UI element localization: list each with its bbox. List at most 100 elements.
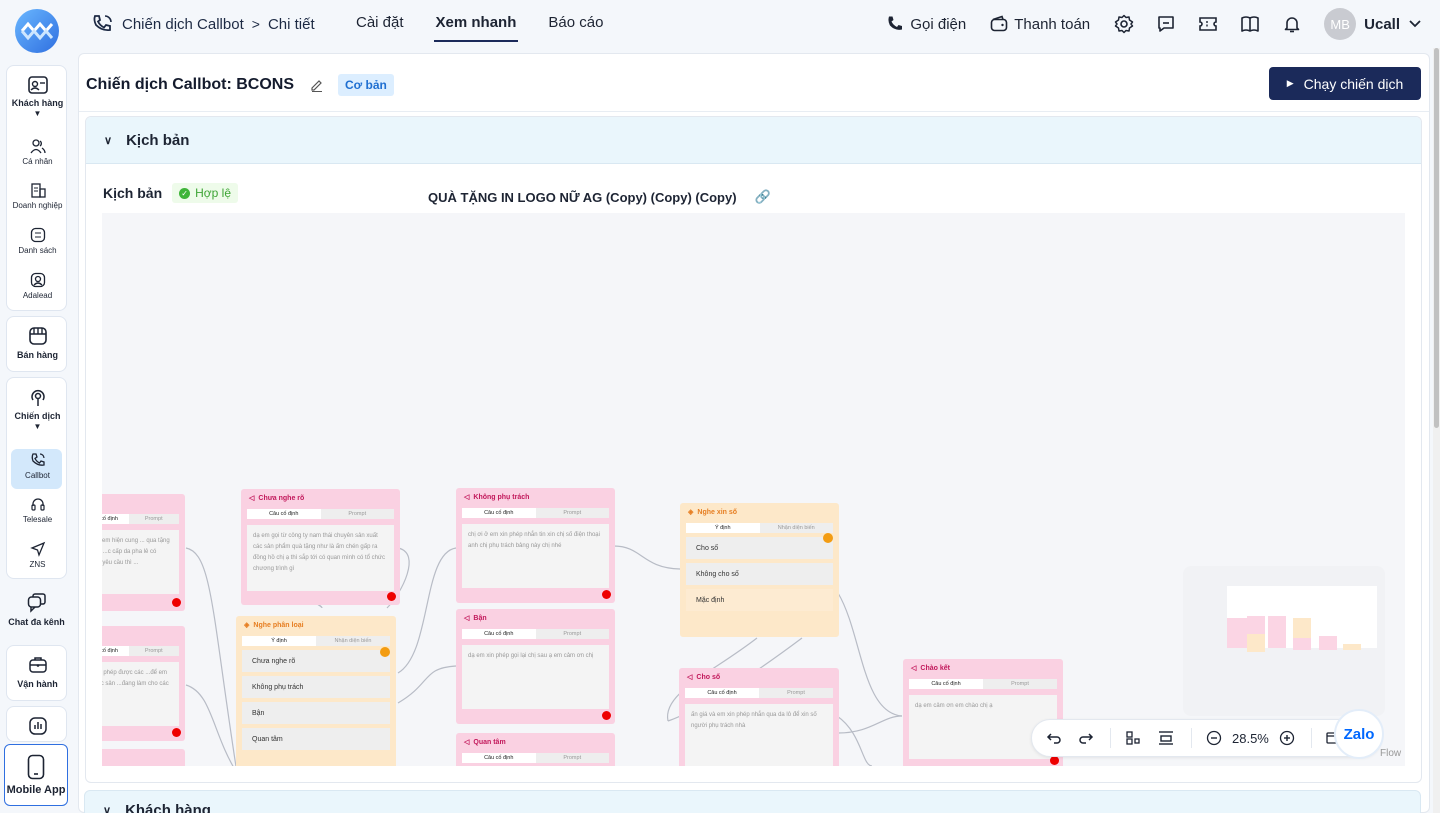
intent-option[interactable]: Quan tâm [242,728,390,750]
sidebar-label: Adalead [22,291,53,300]
link-icon[interactable]: 🔗 [755,189,771,205]
speaker-icon: ◁ [464,615,470,622]
flow-node-cho-so[interactable]: ◁ Cho số Câu cố định Prompt ấn giá và em x… [679,668,839,766]
node-title: ◁ Chào kết [911,664,950,673]
chart-icon [28,717,47,735]
youtube-play-icon[interactable] [602,590,611,599]
script-name: QUÀ TẶNG IN LOGO NỮ AG (Copy) (Copy) (Co… [428,189,737,205]
phone-icon [888,16,903,30]
youtube-play-icon[interactable] [387,592,396,601]
sidebar-label: Cá nhân [22,157,53,166]
minimap-preview [1227,586,1377,652]
youtube-play-icon[interactable] [602,711,611,720]
layout-icon[interactable] [1125,730,1141,746]
flow-minimap[interactable] [1183,566,1385,716]
node-tabs: Câu cố địnhPrompt [102,514,179,524]
sidebar-item-telesale[interactable]: Telesale [7,496,68,524]
customers-section-header[interactable]: ∨ Khách hàng [84,790,1421,813]
ops-group: Vận hành [6,645,67,701]
sidebar-item-personal[interactable]: Cá nhân [7,138,68,166]
app-logo[interactable] [15,9,59,53]
node-title: ◁ Cho số [687,673,721,682]
zoom-out-icon[interactable] [1206,730,1222,746]
youtube-play-icon[interactable] [172,728,181,737]
chevron-right-icon: > [251,16,260,32]
divider [79,111,1429,112]
book-icon[interactable] [1240,14,1260,34]
flow-node[interactable]: Câu cố địnhPrompt ...oiền em hiện cung .… [102,494,185,611]
intent-option[interactable]: Mặc định [686,589,833,611]
sidebar-item-sales[interactable]: Bán hàng [7,326,68,360]
edit-pencil-icon[interactable] [310,78,324,92]
intent-option[interactable]: Không cho số [686,563,833,585]
flow-node[interactable] [102,749,185,766]
flow-attribution: Flow [1380,748,1402,759]
sidebar-item-customers[interactable]: Khách hàng ▼ [7,76,68,118]
tab-report[interactable]: Báo cáo [532,0,619,48]
payment-button[interactable]: Thanh toán [990,15,1090,33]
intent-option[interactable]: Cho số [686,537,833,559]
mobile-app-button[interactable]: Mobile App [4,744,68,806]
youtube-play-icon[interactable] [172,598,181,607]
list-icon [30,227,45,243]
node-tabs: Câu cố địnhPrompt [685,688,833,698]
node-text: chị ơi ở em xin phép nhắn tin xin chị số… [462,524,609,588]
node-tabs: Câu cố địnhPrompt [462,508,609,518]
flow-node-chua-nghe-ro[interactable]: ◁ Chưa nghe rõ Câu cố định Prompt dạ em gọ… [241,489,400,605]
node-text: ...n xin phép được các ...để em gửi các … [102,662,179,726]
tab-preview[interactable]: Xem nhanh [420,0,533,48]
intent-option[interactable]: Bận [242,702,390,724]
ticket-icon[interactable] [1198,14,1218,34]
flow-node-quan-tam[interactable]: ◁ Quan tâm Câu cố định Prompt [456,733,615,766]
sidebar-item-campaign[interactable]: Chiến dịch ▼ [7,387,68,431]
flow-node-khong-phu-trach[interactable]: ◁ Không phụ trách Câu cố định Prompt chị ơ… [456,488,615,603]
call-button[interactable]: Gọi điện [886,15,966,33]
intent-option[interactable]: Không phụ trách [242,676,390,698]
flow-node-nghe-phan-loai[interactable]: ◈ Nghe phân loại Ý định Nhận diện biến Chư… [236,616,396,766]
user-name[interactable]: Ucall [1364,16,1400,33]
intent-option[interactable]: Chưa nghe rõ [242,650,390,672]
undo-icon[interactable] [1046,731,1062,745]
sidebar-item-zns[interactable]: ZNS [7,541,68,569]
run-campaign-button[interactable]: ▶ Chạy chiến dịch [1269,67,1421,100]
node-tabs: Ý định Nhận diện biến [686,523,833,533]
message-icon[interactable] [1156,14,1176,34]
settings-gear-icon[interactable] [1114,14,1134,34]
add-icon[interactable] [380,647,390,657]
breadcrumb-root[interactable]: Chiến dịch Callbot [122,16,244,33]
flow-node-nghe-xin-so[interactable]: ◈ Nghe xin số Ý định Nhận diện biến Cho số… [680,503,839,637]
avatar[interactable]: MB [1324,8,1357,40]
flow-node[interactable]: Câu cố địnhPrompt ...n xin phép được các… [102,626,185,741]
sidebar-item-business[interactable]: Doanh nghiệp [7,182,68,210]
sidebar-item-report[interactable] [7,716,68,736]
chevron-down-icon[interactable] [1408,19,1422,29]
redo-icon[interactable] [1078,731,1094,745]
flow-node-ban[interactable]: ◁ Bận Câu cố định Prompt dạ em xin phép gọ… [456,609,615,724]
sidebar-label: Vận hành [17,679,58,689]
zoom-in-icon[interactable] [1279,730,1295,746]
sidebar-item-ops[interactable]: Vận hành [7,655,68,689]
script-section-header[interactable]: ∨ Kịch bản [86,117,1421,164]
chevron-down-icon: ▼ [33,422,42,431]
building-icon [30,183,46,198]
bell-icon[interactable] [1282,14,1302,34]
script-name-row: QUÀ TẶNG IN LOGO NỮ AG (Copy) (Copy) (Co… [428,189,771,205]
sidebar-item-list[interactable]: Danh sách [7,227,68,255]
page-scrollbar[interactable] [1433,48,1440,813]
tab-settings[interactable]: Cài đặt [340,0,420,48]
node-tabs: Câu cố địnhPrompt [909,679,1057,689]
sidebar-item-chat[interactable]: Chat đa kênh [6,593,67,627]
node-text: dạ em gọi từ công ty nam thái chuyên sản… [247,525,394,591]
zalo-chat-button[interactable]: Zalo [1334,709,1384,759]
align-icon[interactable] [1157,730,1175,746]
phone-call-icon [31,453,45,466]
user-square-icon [30,272,45,288]
scrollbar-thumb[interactable] [1434,48,1439,428]
run-campaign-label: Chạy chiến dịch [1303,75,1404,92]
sidebar-item-adalead[interactable]: Adalead [7,272,68,300]
status-badge: ✓ Hợp lệ [172,183,239,203]
add-icon[interactable] [823,533,833,543]
sidebar-item-callbot[interactable]: Callbot [7,449,68,489]
broadcast-icon [30,390,45,406]
youtube-play-icon[interactable] [1050,756,1059,765]
